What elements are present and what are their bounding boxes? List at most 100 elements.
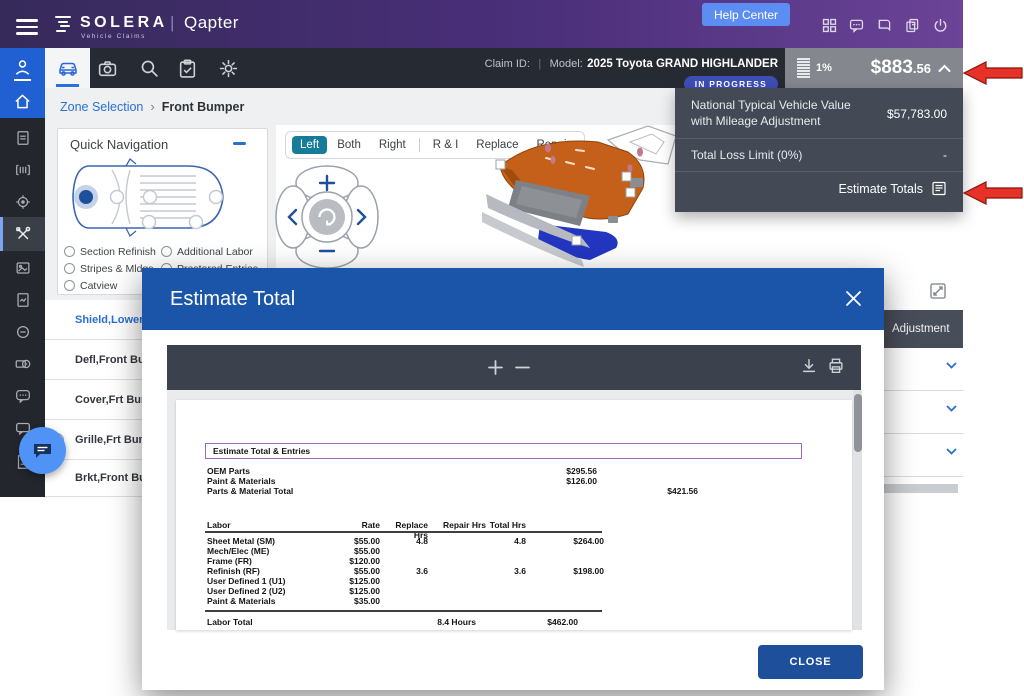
- rotate-dpad-control: [272, 162, 382, 272]
- estimate-totals-dropdown: National Typical Vehicle Value with Mile…: [675, 88, 963, 212]
- tasks-clipboard-icon[interactable]: [177, 58, 198, 79]
- vehicle-top-view-diagram[interactable]: [68, 158, 233, 238]
- chat-bubble-icon: [32, 442, 53, 460]
- claim-info: Claim ID: | Model: 2025 Toyota GRAND HIG…: [485, 54, 778, 92]
- toolbar-divider: [419, 138, 420, 152]
- total-amount: $883.56: [871, 57, 931, 79]
- breadcrumb: Zone Selection › Front Bumper: [60, 99, 244, 114]
- money-icon: [14, 355, 32, 373]
- download-icon[interactable]: [800, 357, 818, 375]
- chevron-down-icon: [946, 362, 957, 369]
- user-icon: [13, 58, 32, 77]
- close-icon[interactable]: [845, 290, 862, 307]
- sidebar-item-report[interactable]: [0, 284, 45, 316]
- adjustment-row[interactable]: [884, 391, 963, 434]
- hamburger-menu-icon[interactable]: [16, 15, 38, 39]
- sidebar-item-images[interactable]: [0, 252, 45, 284]
- home-icon: [13, 92, 32, 111]
- estimate-total-toggle[interactable]: 1% $883.56: [785, 48, 963, 88]
- sidebar-item-target[interactable]: [0, 186, 45, 218]
- doc-labor-total-label: Labor Total: [207, 617, 253, 627]
- tab-vehicle[interactable]: [45, 48, 90, 88]
- documents-icon[interactable]: [904, 17, 921, 34]
- doc-section-header: Estimate Total & Entries: [213, 446, 310, 456]
- collapse-minus-icon[interactable]: [233, 142, 246, 145]
- pdf-zoom-out-icon[interactable]: [514, 359, 531, 376]
- sidebar-item-tools-active[interactable]: [0, 217, 45, 251]
- op-ri-button[interactable]: R & I: [425, 136, 467, 154]
- brand-name: SOLERA: [80, 14, 168, 32]
- annotation-arrow-estimate-totals-action: [962, 179, 1024, 207]
- total-loss-value: -: [943, 148, 947, 162]
- tab-active-underline: [56, 84, 79, 87]
- view-left-button[interactable]: Left: [292, 136, 327, 154]
- screenshot-canvas: SOLERA Vehicle Claims | Qapter Help Cent…: [0, 0, 1024, 696]
- pdf-viewer-area: Estimate Total & Entries OEM Parts $295.…: [167, 390, 861, 630]
- settings-gear-icon[interactable]: [218, 58, 239, 79]
- sidebar-item-costs[interactable]: [0, 348, 45, 380]
- pdf-page: Estimate Total & Entries OEM Parts $295.…: [176, 400, 852, 630]
- doc-paint-materials-label: Paint & Materials: [207, 476, 276, 486]
- rotate-center-button[interactable]: [309, 199, 345, 235]
- chevron-down-icon: [946, 405, 957, 412]
- expand-icon[interactable]: [930, 283, 946, 299]
- doc-parts-total-label: Parts & Material Total: [207, 486, 293, 496]
- help-center-button[interactable]: Help Center: [702, 3, 790, 26]
- adjustment-row[interactable]: [884, 348, 963, 391]
- radio-icon: [64, 280, 75, 291]
- radio-icon: [161, 246, 172, 257]
- pdf-scrollbar-thumb[interactable]: [854, 394, 862, 452]
- radio-section-refinish[interactable]: Section Refinish: [64, 243, 161, 260]
- breadcrumb-chevron-icon: ›: [150, 99, 154, 114]
- zone-hotspot[interactable]: [111, 191, 124, 204]
- estimate-totals-action[interactable]: Estimate Totals: [675, 172, 963, 206]
- estimate-totals-icon: [931, 181, 947, 197]
- sidebar-item-comments[interactable]: [0, 380, 45, 412]
- total-loss-label: Total Loss Limit (0%): [691, 148, 802, 162]
- zone-hotspot[interactable]: [210, 191, 223, 204]
- camera-icon[interactable]: [97, 58, 118, 79]
- zone-hotspot[interactable]: [144, 191, 157, 204]
- adjustment-row[interactable]: [884, 434, 963, 477]
- close-button[interactable]: CLOSE: [758, 645, 863, 679]
- top-app-bar: SOLERA Vehicle Claims | Qapter Help Cent…: [0, 0, 963, 48]
- solera-logo-icon: [52, 13, 74, 35]
- sidebar-item-documents[interactable]: [0, 122, 45, 154]
- breadcrumb-current: Front Bumper: [162, 100, 245, 114]
- brand-divider: |: [170, 13, 174, 33]
- chat-fab-button[interactable]: [19, 427, 66, 474]
- breadcrumb-zone-selection[interactable]: Zone Selection: [60, 100, 143, 114]
- view-right-button[interactable]: Right: [371, 136, 414, 154]
- total-amount-cents: .56: [913, 61, 931, 76]
- chat-icon[interactable]: [848, 17, 865, 34]
- comment-icon: [14, 387, 32, 405]
- adjustment-panel-header: Adjustment: [884, 310, 963, 348]
- view-both-button[interactable]: Both: [329, 136, 369, 154]
- search-icon[interactable]: [139, 58, 160, 79]
- print-icon[interactable]: [827, 357, 845, 375]
- chevron-down-icon: [946, 448, 957, 455]
- doc-oem-parts-label: OEM Parts: [207, 466, 250, 476]
- front-bumper-exploded-diagram[interactable]: [480, 120, 700, 270]
- horizontal-scrollbar[interactable]: [884, 484, 958, 493]
- pdf-viewer-toolbar: [167, 345, 861, 390]
- model-label: Model:: [550, 58, 583, 70]
- estimate-total-modal: Estimate Total Estimate Total & Entries …: [142, 268, 884, 690]
- vehicle-value-row: National Typical Vehicle Value with Mile…: [675, 88, 963, 138]
- doc-labor-total-amount: $462.00: [496, 617, 578, 627]
- quick-navigation-title: Quick Navigation: [70, 137, 168, 152]
- doc-labor-table: Sheet Metal (SM)$55.004.84.8$264.00 Mech…: [207, 536, 604, 606]
- zone-hotspot[interactable]: [190, 216, 203, 229]
- book-icon[interactable]: [876, 17, 893, 34]
- sidebar-item-home[interactable]: [0, 84, 45, 119]
- sidebar-item-exclusions[interactable]: [0, 316, 45, 348]
- sidebar-item-barcode[interactable]: [0, 154, 45, 186]
- product-name: Qapter: [184, 13, 239, 33]
- pdf-zoom-in-icon[interactable]: [487, 359, 504, 376]
- zone-hotspot-front-bumper-selected[interactable]: [79, 190, 93, 204]
- zone-hotspot[interactable]: [143, 216, 156, 229]
- apps-grid-icon[interactable]: [821, 17, 838, 34]
- radio-additional-labor[interactable]: Additional Labor: [161, 243, 262, 260]
- radio-icon: [64, 263, 75, 274]
- power-icon[interactable]: [932, 17, 949, 34]
